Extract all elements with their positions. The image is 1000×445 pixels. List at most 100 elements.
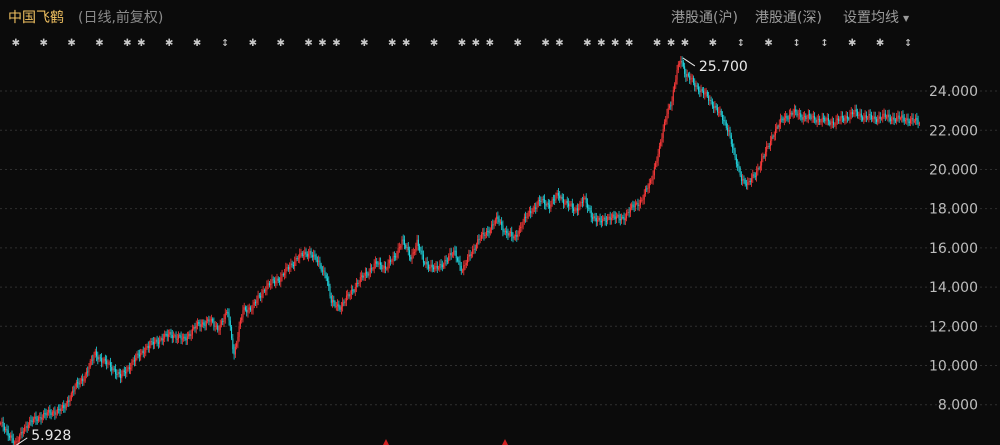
y-tick-label: 8.000 [938,398,978,414]
candle-body [715,105,717,108]
candle-body [83,380,85,382]
candle-body [449,252,451,257]
candle-body [599,217,601,222]
candle-body [724,120,726,122]
candle-body [901,115,903,119]
candle-body [320,264,322,271]
candle-body [533,207,535,209]
candle-body [316,260,318,262]
candle-body [836,118,838,120]
candle-body [552,199,554,201]
candle-body [22,431,24,434]
candle-body [443,264,445,268]
candle-body [280,277,282,282]
gridlines [0,90,1000,406]
candle-body [729,130,731,136]
candle-body [797,114,799,116]
candle-body [917,119,919,125]
candle-body [841,115,843,118]
candle-body [44,412,46,414]
candle-body [109,362,111,368]
candle-body [648,183,650,189]
candle-body [314,254,316,256]
candle-body [135,358,137,362]
candle-body [43,412,45,418]
candle-body [918,123,920,125]
y-tick-label: 22.000 [929,123,978,139]
candle-body [568,203,570,207]
candle-body [407,247,409,251]
candle-body [141,350,143,354]
candle-body [63,405,65,408]
candle-body [296,257,298,260]
candle-body [835,119,837,125]
candle-body [869,114,871,116]
candle-body [416,239,418,246]
candle-body [68,400,70,402]
candle-body [15,441,17,443]
candle-body [35,416,37,420]
candle-body [11,435,13,439]
candle-body [156,339,158,343]
candle-body [786,115,788,119]
candle-body [398,247,400,249]
candle-body [464,264,466,266]
candle-body [824,117,826,122]
candle-body [502,225,504,232]
y-tick-label: 16.000 [929,241,978,257]
candle-body [872,118,874,120]
y-tick-label: 12.000 [929,319,978,335]
candle-body [682,62,684,67]
candle-body [883,113,885,115]
candle-body [769,140,771,147]
candle-body [814,115,816,120]
candle-body [522,221,524,227]
candle-body [155,339,157,342]
candle-body [364,272,366,276]
candle-body [865,115,867,119]
candle-body [530,210,532,214]
candle-body [195,325,197,329]
candle-body [333,299,335,303]
candle-body [402,239,404,241]
candle-body [77,382,79,384]
candle-body [444,260,446,265]
candle-body [556,192,558,196]
candle-body [812,115,814,118]
candle-body [130,367,132,370]
candle-body [335,306,337,307]
candle-body [560,196,562,199]
candle-body [275,281,277,284]
candle-body [873,116,875,119]
candle-body [609,216,611,220]
candle-body [72,390,74,394]
candle-body [40,416,42,420]
candle-body [25,426,27,428]
candle-body [825,120,827,122]
candle-body [300,252,302,254]
candle-body [34,416,36,419]
candle-body [26,426,28,429]
candle-body [805,115,807,119]
candle-body [234,346,236,355]
candle-body [668,105,670,109]
candle-body [802,116,804,120]
candle-body [339,307,341,310]
candle-body [17,440,19,442]
candle-body [527,212,529,218]
candle-body [897,115,899,117]
candle-body [628,211,630,213]
candle-body [357,283,359,284]
candle-body [484,235,486,236]
candle-body [795,109,797,112]
candle-body [233,349,235,355]
candle-body [431,264,433,268]
candle-body [634,203,636,207]
candle-body [323,270,325,272]
candle-body [588,207,590,209]
candle-body [743,179,745,180]
candle-body [36,419,38,421]
candle-body [126,369,128,374]
candle-body [306,253,308,257]
candle-body [714,105,716,109]
